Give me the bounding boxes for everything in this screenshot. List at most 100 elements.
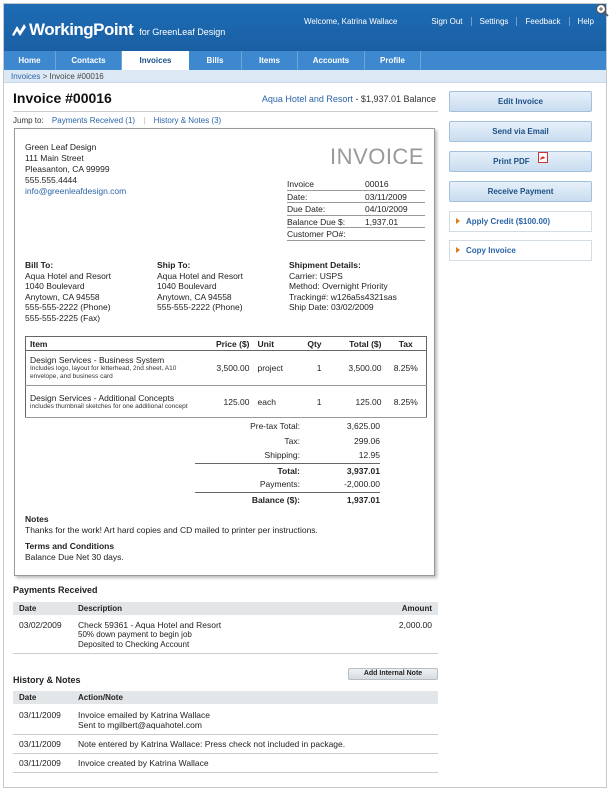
print-pdf-button[interactable]: Print PDF xyxy=(449,151,592,172)
add-internal-note-button[interactable]: Add Internal Note xyxy=(348,668,438,680)
total-label: Total: xyxy=(277,465,300,476)
customer-balance: Aqua Hotel and Resort - $1,937.01 Balanc… xyxy=(262,94,436,104)
apply-credit-link[interactable]: Apply Credit ($100.00) xyxy=(449,211,592,232)
history-note-line: Invoice emailed by Katrina Wallace xyxy=(78,710,210,720)
item-price: 3,500.00 xyxy=(193,350,254,386)
shipment-details: Shipment Details: Carrier: USPS Method: … xyxy=(289,260,397,313)
item-tax: 8.25% xyxy=(385,385,427,418)
meta-key: Date: xyxy=(287,191,308,202)
table-row: Design Services - Business System Include… xyxy=(25,350,427,386)
item-cell: Design Services - Business System Include… xyxy=(25,350,194,386)
tab-bills[interactable]: Bills xyxy=(189,51,242,70)
item-total: 3,500.00 xyxy=(325,350,386,386)
meta-row: Invoice 00016 xyxy=(287,178,425,191)
meta-value xyxy=(365,228,425,240)
totals: Pre-tax Total: 3,625.00 Tax: 299.06 Shippi… xyxy=(195,419,380,506)
zoom-icon[interactable] xyxy=(595,3,609,17)
invoice-meta: Invoice 00016 Date: 03/11/2009 Due Date: 04… xyxy=(287,178,425,241)
terms-title: Terms and Conditions xyxy=(25,541,115,551)
history-note-line: Invoice created by Katrina Wallace xyxy=(78,758,209,768)
ship-to-line: Aqua Hotel and Resort xyxy=(157,270,243,281)
totals-row: Balance ($): 1,937.01 xyxy=(195,491,380,507)
company-name: Green Leaf Design xyxy=(25,142,97,152)
item-total: 125.00 xyxy=(325,385,386,418)
payment-amount: 2,000.00 xyxy=(398,620,432,630)
history-col-date: Date xyxy=(19,693,37,702)
customer-link[interactable]: Aqua Hotel and Resort xyxy=(262,94,353,104)
settings-link[interactable]: Settings xyxy=(470,17,517,26)
table-row: 03/11/2009 Note entered by Katrina Walla… xyxy=(13,735,438,754)
meta-key: Due Date: xyxy=(287,204,326,214)
bill-to-line: 1040 Boulevard xyxy=(25,281,85,291)
logo[interactable]: WorkingPoint for GreenLeaf Design xyxy=(11,20,225,40)
copy-invoice-link[interactable]: Copy Invoice xyxy=(449,240,592,261)
top-bar: WorkingPoint for GreenLeaf Design Welcom… xyxy=(4,4,606,51)
bill-to-line: Aqua Hotel and Resort xyxy=(25,270,111,281)
history-date: 03/11/2009 xyxy=(19,739,61,749)
company-phone: 555.555.4444 xyxy=(25,175,77,185)
jump-to-label: Jump to: xyxy=(13,116,44,125)
meta-row: Date: 03/11/2009 xyxy=(287,191,425,203)
invoice-heading: INVOICE xyxy=(330,144,424,169)
payments-col-date: Date xyxy=(19,604,37,613)
divider xyxy=(13,111,438,112)
bill-to-line: Anytown, CA 94558 xyxy=(25,291,100,302)
payments-col-amount: Amount xyxy=(401,604,432,613)
tab-contacts[interactable]: Contacts xyxy=(56,51,122,70)
history-header: Date Action/Note xyxy=(13,691,438,704)
totals-row: Pre-tax Total: 3,625.00 xyxy=(195,419,380,434)
print-pdf-label: Print PDF xyxy=(493,157,530,166)
balance-value: 1,937.01 xyxy=(346,494,380,505)
company-street: 111 Main Street xyxy=(25,153,84,163)
company-email-link[interactable]: info@greenleafdesign.com xyxy=(25,186,126,196)
meta-row: Balance Due $: 1,937.01 xyxy=(287,216,425,228)
help-link[interactable]: Help xyxy=(568,17,602,26)
payments-header: Date Description Amount xyxy=(13,602,438,615)
col-unit: Unit xyxy=(253,336,298,351)
ship-to-line: 555-555-2222 (Phone) xyxy=(157,302,243,312)
line-items-table: Item Price ($) Unit Qty Total ($) Tax De… xyxy=(25,336,427,418)
send-email-button[interactable]: Send via Email xyxy=(449,121,592,142)
jump-payments-link[interactable]: Payments Received (1) xyxy=(52,116,135,125)
feedback-link[interactable]: Feedback xyxy=(516,17,568,26)
tab-items[interactable]: Items xyxy=(242,51,298,70)
totals-row: Shipping: 12.95 xyxy=(195,448,380,463)
item-qty: 1 xyxy=(297,350,326,386)
tab-accounts[interactable]: Accounts xyxy=(298,51,365,70)
meta-key: Balance Due $: xyxy=(287,216,346,227)
payments-label: Payments: xyxy=(259,479,300,489)
breadcrumb-current: Invoice #00016 xyxy=(49,72,104,81)
col-qty: Qty xyxy=(297,336,326,351)
payments-title: Payments Received xyxy=(13,585,98,595)
app-window: WorkingPoint for GreenLeaf Design Welcom… xyxy=(3,3,607,788)
signout-link[interactable]: Sign Out xyxy=(423,17,470,26)
jump-history-link[interactable]: History & Notes (3) xyxy=(154,116,222,125)
item-name: Design Services - Business System xyxy=(30,355,165,365)
shipping-label: Shipping: xyxy=(264,450,300,460)
col-total: Total ($) xyxy=(325,336,386,351)
items-header-row: Item Price ($) Unit Qty Total ($) Tax xyxy=(25,336,427,351)
balance-label: Balance ($): xyxy=(251,494,300,505)
tab-profile[interactable]: Profile xyxy=(365,51,421,70)
total-value: 3,937.01 xyxy=(346,465,380,476)
payments-value: -2,000.00 xyxy=(344,479,380,489)
ship-to: Ship To: Aqua Hotel and Resort 1040 Boul… xyxy=(157,260,243,313)
item-tax: 8.25% xyxy=(385,350,427,386)
item-price: 125.00 xyxy=(193,385,254,418)
tab-invoices[interactable]: Invoices xyxy=(122,51,189,70)
tab-home[interactable]: Home xyxy=(4,51,56,70)
arrow-right-icon xyxy=(456,218,460,224)
edit-invoice-button[interactable]: Edit Invoice xyxy=(449,91,592,112)
breadcrumb-invoices-link[interactable]: Invoices xyxy=(11,72,40,81)
meta-key: Invoice xyxy=(287,179,314,189)
meta-value: 1,937.01 xyxy=(365,216,399,227)
ship-to-line: 1040 Boulevard xyxy=(157,281,217,291)
receive-payment-button[interactable]: Receive Payment xyxy=(449,181,592,202)
pdf-icon xyxy=(537,151,548,170)
top-links: Welcome, Katrina Wallace Sign Out Settin… xyxy=(304,17,602,26)
company-for: for GreenLeaf Design xyxy=(139,27,226,37)
bill-to: Bill To: Aqua Hotel and Resort 1040 Boul… xyxy=(25,260,111,323)
payment-desc-line: Deposited to Checking Account xyxy=(78,640,190,649)
ship-to-title: Ship To: xyxy=(157,260,191,270)
pretax-label: Pre-tax Total: xyxy=(250,421,300,431)
